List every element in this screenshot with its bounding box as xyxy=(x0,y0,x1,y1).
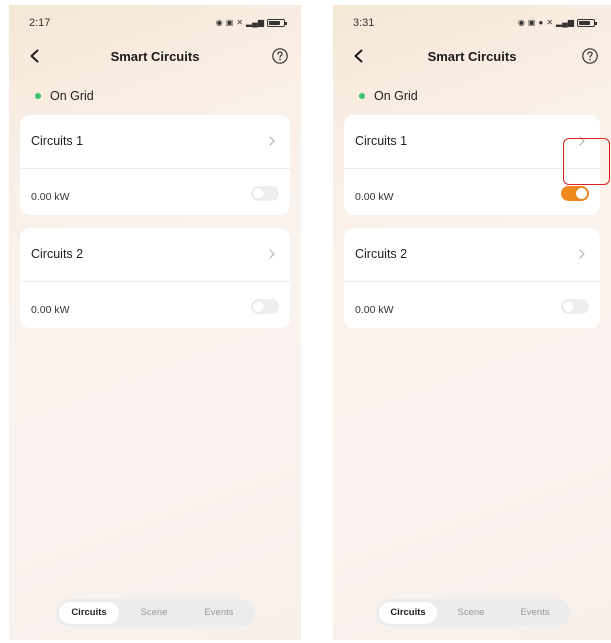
chevron-right-icon xyxy=(579,249,585,259)
status-bar: 2:17 ◉ ▣ ✕ ▂▄▆ xyxy=(29,15,287,31)
tab-events[interactable]: Events xyxy=(189,602,249,624)
circuit-toggle[interactable] xyxy=(561,299,589,314)
tab-circuits[interactable]: Circuits xyxy=(59,602,119,624)
nfc-icon: ▣ xyxy=(527,18,536,27)
page-title: Smart Circuits xyxy=(427,49,517,64)
help-icon[interactable] xyxy=(271,47,289,65)
mute-icon: ✕ xyxy=(236,18,244,27)
page-title: Smart Circuits xyxy=(110,49,200,64)
circuit-card-header[interactable]: Circuits 2 xyxy=(344,228,600,282)
highlight-box xyxy=(563,138,610,185)
circuit-name: Circuits 1 xyxy=(31,134,84,148)
grid-status-label: On Grid xyxy=(50,89,94,103)
circuit-name: Circuits 1 xyxy=(355,134,408,148)
circuit-card: Circuits 2 0.00 kW xyxy=(344,228,600,328)
toggle-knob xyxy=(563,301,574,312)
circuit-card-header[interactable]: Circuits 2 xyxy=(20,228,290,282)
circuit-card-header[interactable]: Circuits 1 xyxy=(344,115,600,169)
circuit-card-header[interactable]: Circuits 1 xyxy=(20,115,290,169)
phone-screen-before: 2:17 ◉ ▣ ✕ ▂▄▆ Smart Circuits On Grid Ci… xyxy=(9,5,301,640)
status-bar: 3:31 ◉ ▣ ● ✕ ▂▄▆ xyxy=(353,15,597,31)
nav-bar: Smart Circuits xyxy=(333,43,611,73)
toggle-knob xyxy=(253,188,264,199)
chevron-right-icon xyxy=(269,136,275,146)
grid-status-dot xyxy=(35,93,41,99)
nfc-icon: ▣ xyxy=(225,18,234,27)
bottom-tab-bar: Circuits Scene Events xyxy=(376,599,570,627)
signal-icon: ▂▄▆ xyxy=(246,18,264,27)
help-icon[interactable] xyxy=(581,47,599,65)
comparison-stage: 2:17 ◉ ▣ ✕ ▂▄▆ Smart Circuits On Grid Ci… xyxy=(0,0,611,643)
circuit-card: Circuits 1 0.00 kW xyxy=(344,115,600,215)
tab-scene[interactable]: Scene xyxy=(442,602,500,624)
grid-status-label: On Grid xyxy=(374,89,418,103)
bottom-tab-bar: Circuits Scene Events xyxy=(56,599,255,627)
grid-status: On Grid xyxy=(359,89,418,103)
circuit-name: Circuits 2 xyxy=(355,247,408,261)
chevron-right-icon xyxy=(269,249,275,259)
tab-scene[interactable]: Scene xyxy=(124,602,184,624)
status-time: 3:31 xyxy=(353,17,375,29)
eye-icon: ◉ xyxy=(517,18,525,27)
circuit-toggle[interactable] xyxy=(251,186,279,201)
circuit-power: 0.00 kW xyxy=(31,191,70,203)
toggle-knob xyxy=(576,188,587,199)
circuit-power: 0.00 kW xyxy=(355,191,394,203)
grid-status-dot xyxy=(359,93,365,99)
circuit-toggle[interactable] xyxy=(251,299,279,314)
circuit-card: Circuits 1 0.00 kW xyxy=(20,115,290,215)
status-icons: ◉ ▣ ● ✕ ▂▄▆ xyxy=(517,18,597,28)
circuit-power: 0.00 kW xyxy=(31,304,70,316)
tab-circuits[interactable]: Circuits xyxy=(379,602,437,624)
tab-events[interactable]: Events xyxy=(506,602,564,624)
circuit-power: 0.00 kW xyxy=(355,304,394,316)
phone-screen-after: 3:31 ◉ ▣ ● ✕ ▂▄▆ Smart Circuits On Grid … xyxy=(333,5,611,640)
circuit-toggle[interactable] xyxy=(561,186,589,201)
toggle-knob xyxy=(253,301,264,312)
signal-icon: ▂▄▆ xyxy=(556,18,574,27)
circuit-card: Circuits 2 0.00 kW xyxy=(20,228,290,328)
circuit-name: Circuits 2 xyxy=(31,247,84,261)
eye-icon: ◉ xyxy=(215,18,223,27)
battery-icon xyxy=(577,19,597,27)
status-time: 2:17 xyxy=(29,17,51,29)
mute-icon: ✕ xyxy=(546,18,554,27)
battery-icon xyxy=(267,19,287,27)
nav-bar: Smart Circuits xyxy=(9,43,301,73)
grid-status: On Grid xyxy=(35,89,94,103)
status-icons: ◉ ▣ ✕ ▂▄▆ xyxy=(215,18,287,28)
location-icon: ● xyxy=(538,18,544,27)
